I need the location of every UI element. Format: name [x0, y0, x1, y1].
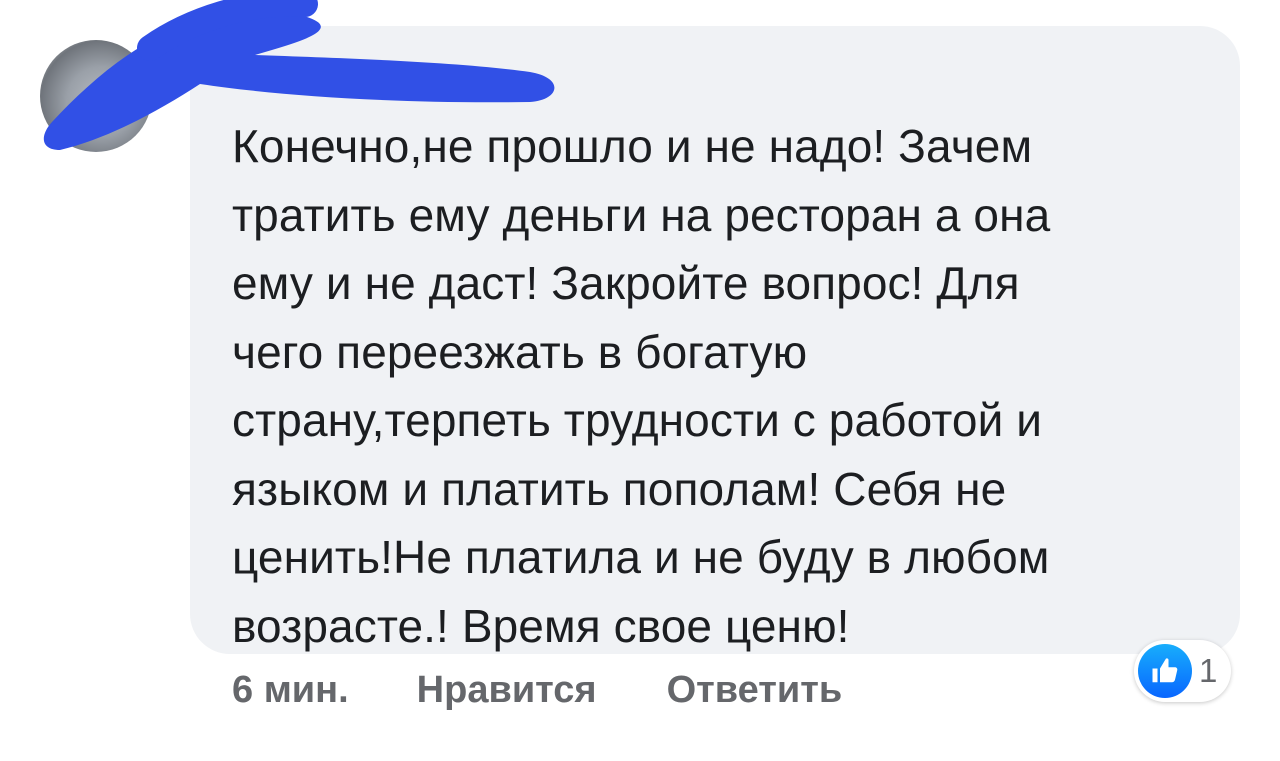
reply-button[interactable]: Ответить: [667, 669, 843, 712]
comment-actions: 6 мин. Нравится Ответить: [232, 665, 842, 715]
like-button[interactable]: Нравится: [417, 669, 597, 712]
comment-line: тратить ему деньги на ресторан а она: [232, 188, 1051, 241]
comment-text: Конечно,не прошло и не надо! Зачем трати…: [232, 112, 1192, 660]
comment-line: Конечно,не прошло и не надо! Зачем: [232, 120, 1033, 172]
comment-screen: Конечно,не прошло и не надо! Зачем трати…: [0, 0, 1280, 761]
thumbs-up-icon: [1138, 644, 1192, 698]
reaction-count: 1: [1199, 652, 1218, 689]
timestamp[interactable]: 6 мин.: [232, 669, 349, 712]
comment-line: возрасте.! Время свое ценю!: [232, 599, 850, 652]
comment-line: страну,терпеть трудности с работой и: [232, 394, 1043, 446]
reaction-summary[interactable]: 1: [1134, 640, 1232, 702]
comment-line: языком и платить пополам! Себя не: [232, 462, 1007, 515]
comment-line: ему и не даст! Закройте вопрос! Для: [232, 257, 1020, 309]
avatar[interactable]: [40, 40, 152, 152]
comment-line: чего переезжать в богатую: [232, 325, 808, 378]
comment-line: ценить!Не платила и не буду в любом: [232, 531, 1050, 583]
